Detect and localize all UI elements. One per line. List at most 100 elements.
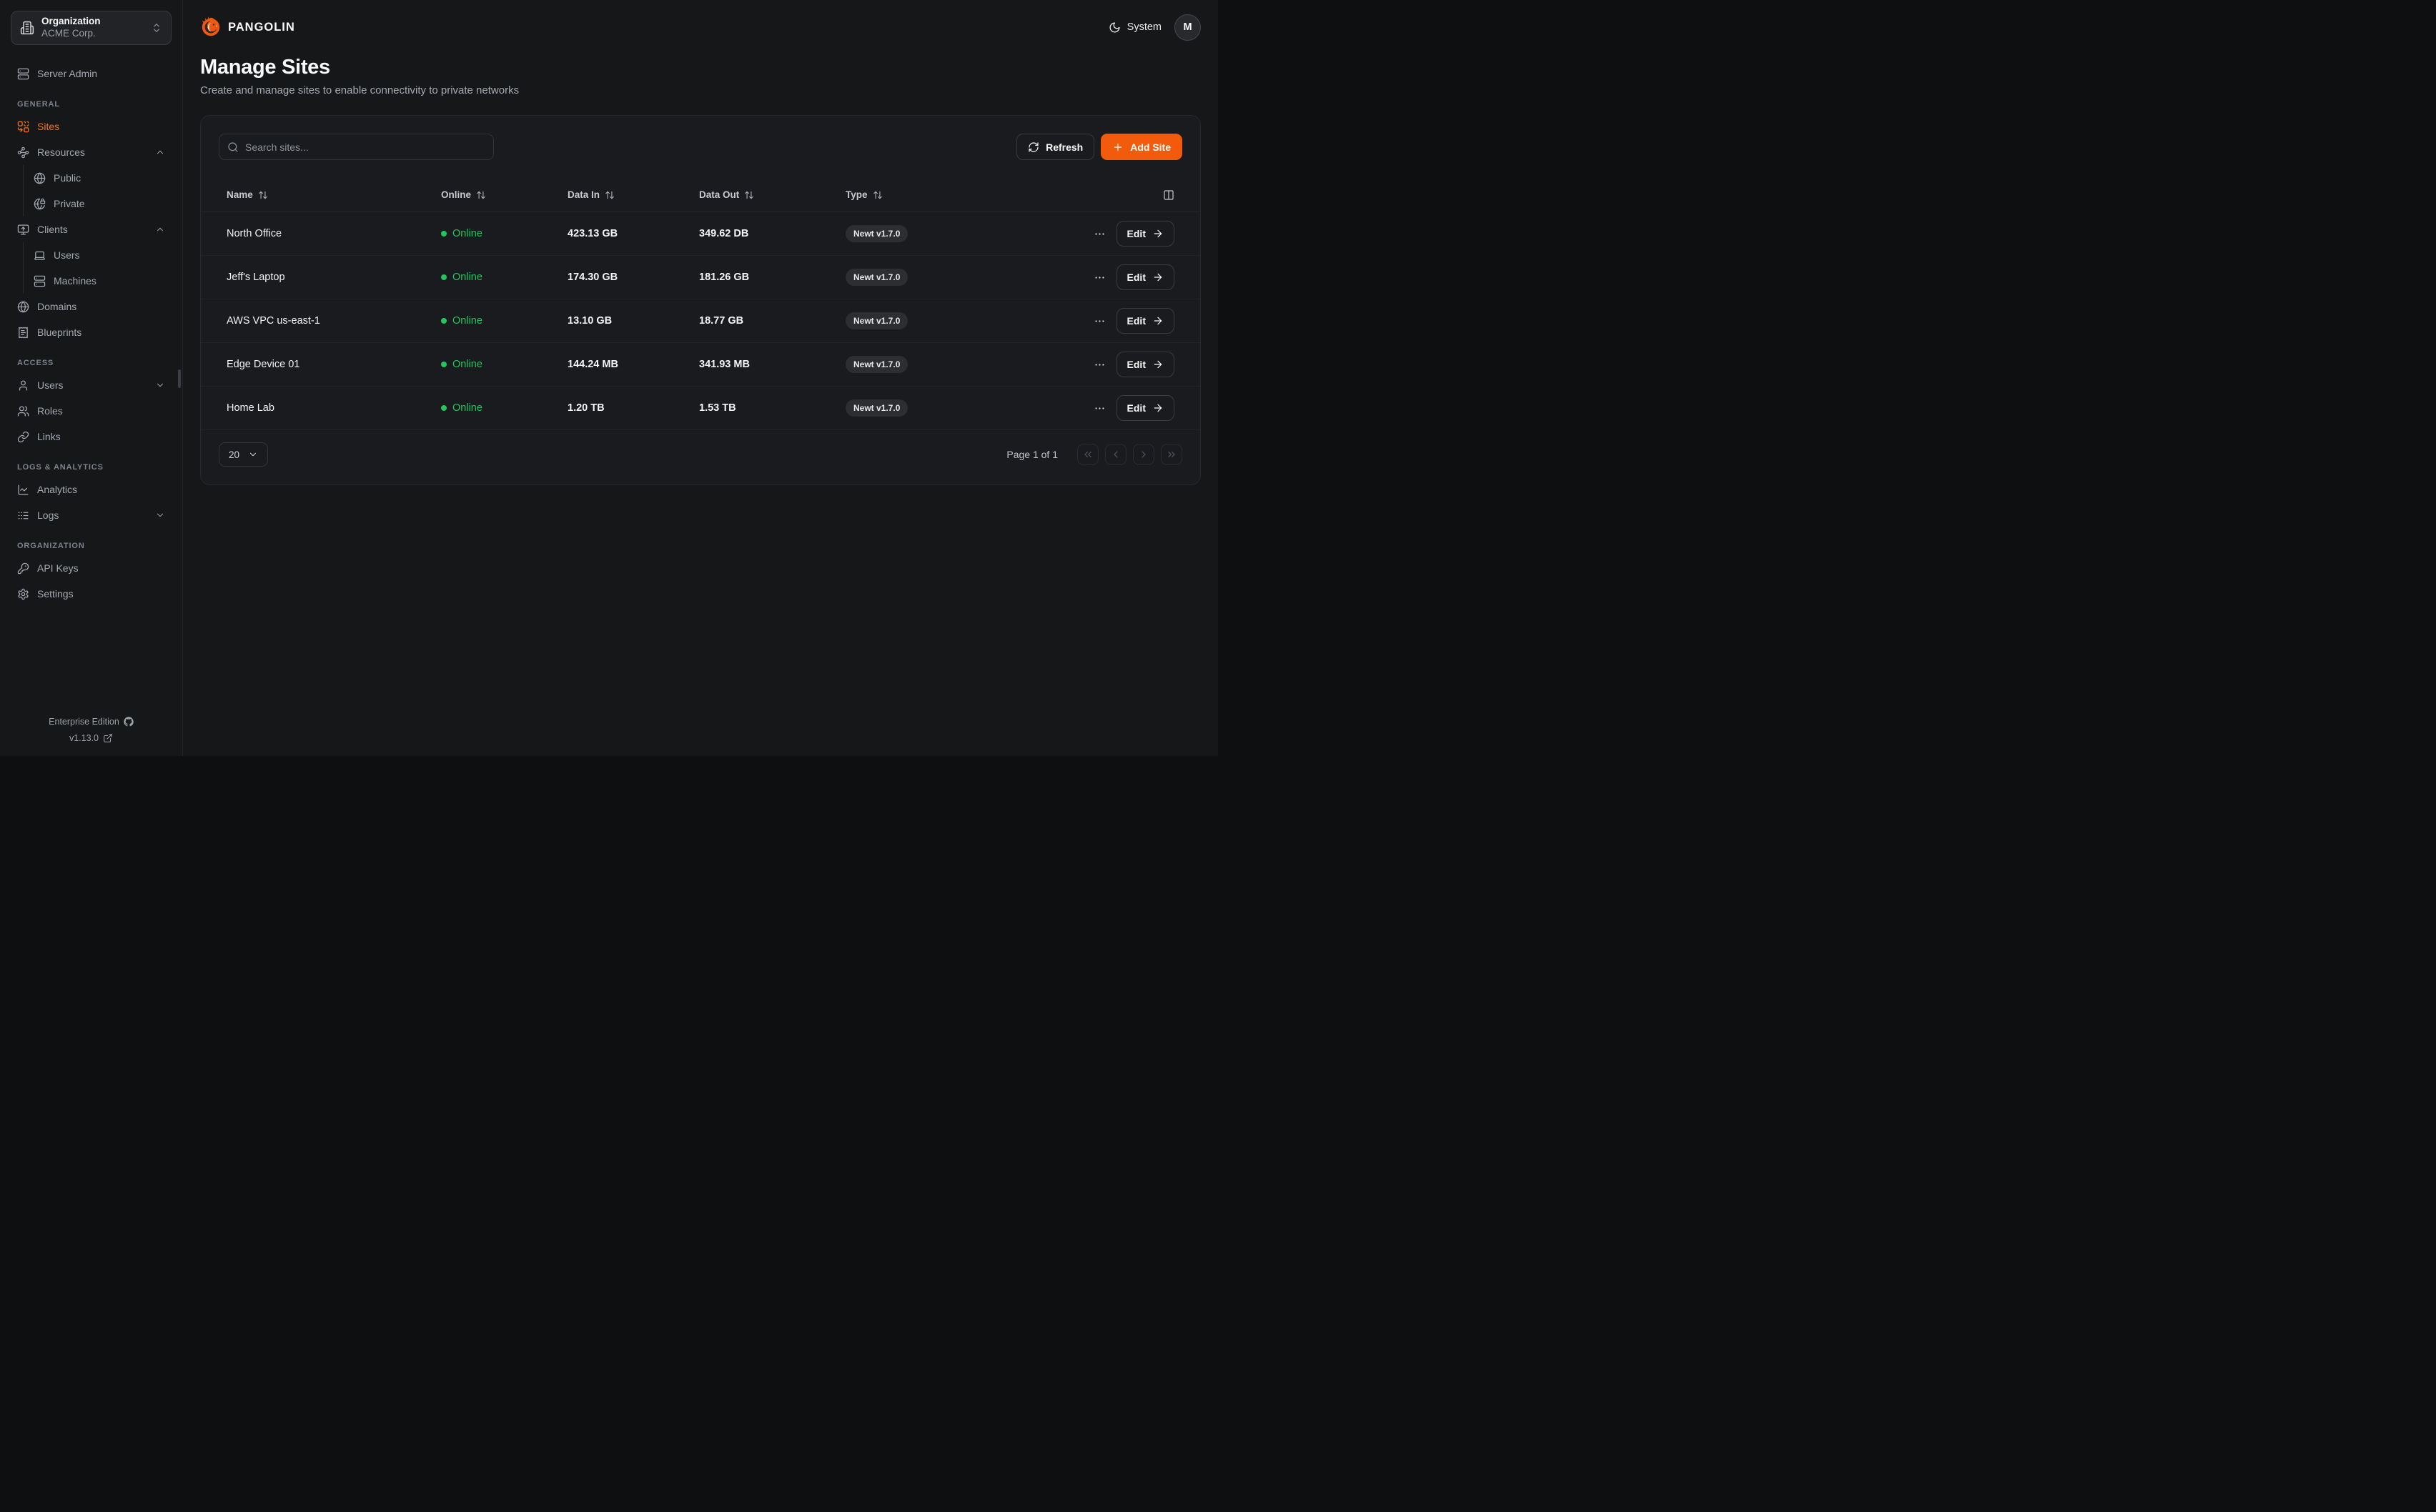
- sidebar-item-label: Clients: [37, 224, 68, 235]
- page-size-select[interactable]: 20: [219, 442, 268, 467]
- add-site-button[interactable]: Add Site: [1101, 134, 1182, 160]
- status-dot: [441, 318, 447, 324]
- more-options-icon[interactable]: [1094, 272, 1106, 284]
- org-selector[interactable]: Organization ACME Corp.: [11, 11, 172, 45]
- sidebar-item-domains[interactable]: Domains: [11, 294, 172, 319]
- brand[interactable]: PANGOLIN: [200, 16, 295, 38]
- table-row: North Office Online 423.13 GB 349.62 DB …: [201, 212, 1200, 256]
- edit-button[interactable]: Edit: [1116, 308, 1174, 334]
- sidebar-item-settings[interactable]: Settings: [11, 581, 172, 607]
- column-header-type[interactable]: Type: [846, 189, 1067, 200]
- version-link[interactable]: v1.13.0: [69, 733, 113, 743]
- sidebar-item-links[interactable]: Links: [11, 424, 172, 449]
- sort-icon[interactable]: [605, 190, 615, 200]
- sidebar-item-logs[interactable]: Logs: [11, 502, 172, 528]
- more-options-icon[interactable]: [1094, 402, 1106, 414]
- refresh-button[interactable]: Refresh: [1016, 134, 1094, 160]
- more-options-icon[interactable]: [1094, 359, 1106, 371]
- sidebar-item-resources[interactable]: Resources: [11, 139, 172, 165]
- sidebar-item-label: Machines: [54, 275, 96, 287]
- site-name: Edge Device 01: [227, 359, 441, 370]
- column-visibility-button[interactable]: [1163, 189, 1174, 201]
- edit-button[interactable]: Edit: [1116, 264, 1174, 290]
- sidebar-item-server-admin[interactable]: Server Admin: [11, 61, 172, 86]
- sidebar-item-label: Links: [37, 431, 61, 442]
- sidebar-item-analytics[interactable]: Analytics: [11, 477, 172, 502]
- avatar[interactable]: M: [1174, 14, 1201, 41]
- sidebar-footer: Enterprise Edition v1.13.0: [11, 717, 172, 743]
- sidebar: Organization ACME Corp. Server Admin GEN…: [0, 0, 183, 756]
- table-row: Jeff's Laptop Online 174.30 GB 181.26 GB…: [201, 256, 1200, 299]
- edit-button[interactable]: Edit: [1116, 352, 1174, 377]
- column-header-data-in[interactable]: Data In: [568, 189, 699, 200]
- column-header-name[interactable]: Name: [227, 189, 441, 200]
- table-header-row: Name Online Data In Data Out Type: [201, 178, 1200, 212]
- sidebar-item-label: Roles: [37, 405, 63, 417]
- sidebar-item-users[interactable]: Users: [11, 372, 172, 398]
- sort-icon[interactable]: [476, 190, 486, 200]
- site-type-badge: Newt v1.7.0: [846, 225, 908, 242]
- version-label: v1.13.0: [69, 733, 99, 743]
- more-options-icon[interactable]: [1094, 228, 1106, 240]
- column-header-online[interactable]: Online: [441, 189, 568, 200]
- columns-icon: [1163, 189, 1174, 201]
- sort-icon[interactable]: [258, 190, 268, 200]
- site-data-out: 181.26 GB: [699, 272, 846, 283]
- sidebar-item-roles[interactable]: Roles: [11, 398, 172, 424]
- arrow-right-icon: [1152, 315, 1164, 327]
- sort-icon[interactable]: [873, 190, 883, 200]
- globe-icon: [17, 301, 29, 313]
- sort-icon[interactable]: [744, 190, 754, 200]
- edit-button[interactable]: Edit: [1116, 395, 1174, 421]
- sidebar-item-label: Blueprints: [37, 327, 81, 338]
- site-status: Online: [441, 315, 568, 327]
- theme-toggle-button[interactable]: System: [1109, 21, 1162, 34]
- add-site-label: Add Site: [1130, 141, 1171, 153]
- chart-line-icon: [17, 484, 29, 496]
- search-input[interactable]: [245, 141, 485, 153]
- sidebar-item-sites[interactable]: Sites: [11, 114, 172, 139]
- status-dot: [441, 274, 447, 280]
- sidebar-item-public[interactable]: Public: [24, 165, 172, 191]
- column-header-data-out[interactable]: Data Out: [699, 189, 846, 200]
- page-info: Page 1 of 1: [1006, 449, 1058, 460]
- search-box: [219, 134, 494, 160]
- edition-link[interactable]: Enterprise Edition: [49, 717, 134, 727]
- globe-lock-icon: [34, 198, 46, 210]
- sidebar-scrollbar[interactable]: [178, 369, 181, 388]
- page-header: Manage Sites Create and manage sites to …: [183, 54, 1218, 96]
- sidebar-item-client-users[interactable]: Users: [24, 242, 172, 268]
- sidebar-item-machines[interactable]: Machines: [24, 268, 172, 294]
- plus-icon: [1112, 141, 1124, 153]
- site-data-in: 13.10 GB: [568, 315, 699, 327]
- chevrons-left-icon: [1082, 449, 1094, 460]
- clients-subgroup: Users Machines: [23, 242, 172, 294]
- chevron-right-icon: [1138, 449, 1149, 460]
- edit-button[interactable]: Edit: [1116, 221, 1174, 247]
- previous-page-button[interactable]: [1105, 444, 1127, 465]
- sidebar-item-blueprints[interactable]: Blueprints: [11, 319, 172, 345]
- site-name: North Office: [227, 228, 441, 239]
- receipt-icon: [17, 327, 29, 339]
- page-subtitle: Create and manage sites to enable connec…: [200, 84, 1201, 96]
- next-page-button[interactable]: [1133, 444, 1154, 465]
- site-data-in: 423.13 GB: [568, 228, 699, 239]
- sidebar-item-private[interactable]: Private: [24, 191, 172, 217]
- status-dot: [441, 362, 447, 367]
- chevron-left-icon: [1110, 449, 1122, 460]
- site-type-badge: Newt v1.7.0: [846, 312, 908, 329]
- sidebar-item-label: API Keys: [37, 562, 79, 574]
- status-dot: [441, 405, 447, 411]
- last-page-button[interactable]: [1161, 444, 1182, 465]
- sidebar-item-clients[interactable]: Clients: [11, 217, 172, 242]
- first-page-button[interactable]: [1077, 444, 1099, 465]
- section-label-general: GENERAL: [17, 100, 172, 109]
- chevron-down-icon: [155, 510, 165, 520]
- site-type-badge: Newt v1.7.0: [846, 269, 908, 286]
- arrow-right-icon: [1152, 272, 1164, 283]
- pangolin-logo-icon: [200, 16, 222, 38]
- sidebar-item-api-keys[interactable]: API Keys: [11, 555, 172, 581]
- app-root: Organization ACME Corp. Server Admin GEN…: [0, 0, 1218, 756]
- more-options-icon[interactable]: [1094, 315, 1106, 327]
- resources-subgroup: Public Private: [23, 165, 172, 217]
